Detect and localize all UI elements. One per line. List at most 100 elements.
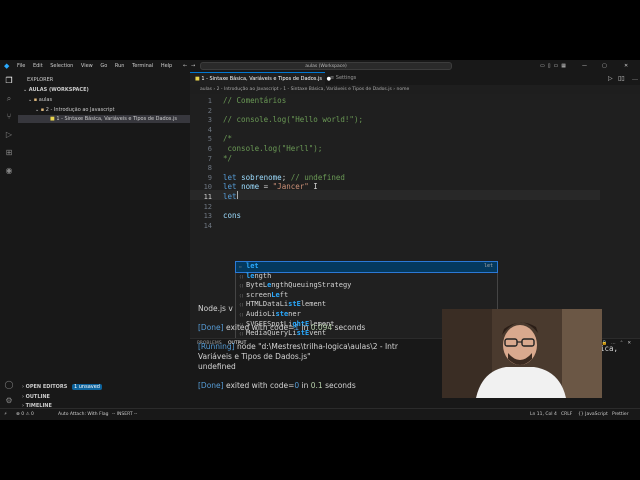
menu-go[interactable]: Go [100, 63, 107, 69]
line-number: 11 [203, 193, 212, 201]
folder-aulas[interactable]: ⌄ ▪ aulas [28, 96, 52, 104]
code-token: cons [223, 211, 242, 221]
output-line-tail: ica, [600, 344, 619, 353]
minimize-icon[interactable]: — [582, 60, 587, 72]
code-token: let [223, 172, 242, 182]
forward-arrow-icon[interactable]: → [191, 60, 195, 72]
maximize-icon[interactable]: ▢ [602, 60, 607, 72]
menu-help[interactable]: Help [161, 63, 172, 69]
output-line: Node.js v [198, 304, 233, 313]
line-number: 2 [207, 106, 212, 115]
suggestion-item[interactable]: ⟨⟩ length [236, 272, 497, 282]
symbol-kind-icon: ⟨⟩ [239, 273, 244, 279]
output-line: [Running] node "d:\Mestres\trilha-logica… [198, 342, 398, 352]
output-line: [Done] exited with code=0 in 0.1 seconds [198, 380, 356, 390]
code-token: console.log("Herll"); [223, 144, 323, 153]
line-ending-status[interactable]: CRLF [561, 409, 572, 420]
remote-icon[interactable]: ◉ [4, 166, 14, 176]
problems-status[interactable]: ⊗ 0 ⚠ 0 [16, 409, 34, 420]
breadcrumb-folder[interactable]: 2 - Introdução ao Javascript [217, 87, 279, 92]
breadcrumb: aulas › 2 - Introdução ao Javascript › 1… [190, 85, 640, 94]
suggestion-label: length [246, 271, 272, 280]
workspace-header[interactable]: ⌄ AULAS (WORKSPACE) [23, 86, 89, 94]
layout-icons[interactable]: ▭▯▭▦ [540, 60, 569, 72]
cursor-position-status[interactable]: Ln 11, Col 4 [530, 409, 557, 420]
more-actions-icon[interactable]: … [632, 72, 638, 85]
code-line: let sobrenome; // undefined [223, 173, 345, 182]
folder-introducao[interactable]: ⌄ ▪ 2 - Introdução ao Javascript [35, 106, 115, 114]
output-line: undefined [198, 361, 236, 371]
line-number: 13 [203, 212, 212, 221]
line-number: 6 [207, 145, 212, 153]
back-arrow-icon[interactable]: ← [183, 60, 187, 72]
suggestion-label: let [246, 262, 259, 270]
menu-edit[interactable]: Edit [33, 63, 43, 69]
outline-section[interactable]: › OUTLINE [22, 393, 50, 401]
breadcrumb-symbol[interactable]: nome [396, 87, 409, 92]
title-bar: ◆ File Edit Selection View Go Run Termin… [0, 60, 640, 72]
run-debug-icon[interactable]: ▷ [4, 130, 14, 140]
command-center-search[interactable]: aulas (Workspace) [200, 62, 452, 70]
suggestion-item[interactable]: ▭ let let [235, 261, 498, 273]
output-line: Variáveis e Tipos de Dados.js" [198, 352, 311, 361]
symbol-kind-icon: ⟨⟩ [239, 312, 244, 317]
run-icon[interactable]: ▷ [608, 72, 613, 85]
file-label: 1 - Sintaxe Básica, Variáveis e Tipos de… [56, 116, 177, 122]
menu-terminal[interactable]: Terminal [132, 63, 153, 69]
suggestion-item[interactable]: ⟨⟩ screenLeft [236, 291, 497, 301]
code-token: // Comentários [223, 96, 287, 105]
symbol-kind-icon: ▭ [239, 264, 242, 269]
tab-active-file[interactable]: ■ 1 - Sintaxe Básica, Variáveis e Tipos … [190, 72, 331, 85]
code-line: cons [223, 211, 241, 220]
split-editor-icon[interactable]: ▯▯ [618, 72, 625, 85]
folder-label: aulas [38, 97, 53, 103]
breadcrumb-aulas[interactable]: aulas [200, 87, 212, 92]
line-number: 14 [203, 221, 212, 230]
status-bar: ⚡ ⊗ 0 ⚠ 0 Auto Attach: With Flag -- INSE… [0, 408, 640, 420]
extensions-icon[interactable]: ⊞ [4, 148, 14, 158]
menu-run[interactable]: Run [115, 63, 125, 69]
code-token: let [223, 192, 237, 201]
suggestion-label: HTMLDataListElement [246, 300, 327, 309]
explorer-icon[interactable]: ❐ [4, 76, 14, 86]
breadcrumb-file[interactable]: 1 - Sintaxe Básica, Variáveis e Tipos de… [283, 87, 392, 92]
gear-icon[interactable]: ⚙ [4, 396, 14, 406]
symbol-kind-icon: ⟨⟩ [239, 292, 244, 298]
line-number: 4 [207, 125, 212, 134]
file-item-active[interactable]: ■ 1 - Sintaxe Básica, Variáveis e Tipos … [18, 115, 190, 123]
activity-bar: ❐ ⌕ ⑂ ▷ ⊞ ◉ ◯ ⚙ [0, 72, 18, 408]
prettier-status[interactable]: Prettier [612, 409, 629, 420]
unsaved-badge: 1 unsaved [71, 384, 102, 390]
line-number: 3 [207, 116, 212, 125]
suggestion-item[interactable]: ⟨⟩ ByteLengthQueuingStrategy [236, 281, 497, 291]
line-number: 10 [203, 183, 212, 192]
account-icon[interactable]: ◯ [4, 380, 14, 390]
code-line: // Comentários [223, 96, 286, 105]
search-icon[interactable]: ⌕ [4, 94, 14, 104]
code-line: console.log("Herll"); [223, 144, 323, 153]
explorer-sidebar: EXPLORER ⌄ AULAS (WORKSPACE) ⌄ ▪ aulas ⌄… [18, 72, 190, 409]
line-number: 8 [207, 164, 212, 173]
code-token: let [223, 182, 242, 192]
open-editors-label: OPEN EDITORS [25, 384, 68, 390]
line-number: 7 [207, 154, 212, 163]
language-mode-status[interactable]: {} JavaScript [578, 409, 608, 420]
auto-attach-status[interactable]: Auto Attach: With Flag [58, 409, 109, 420]
code-line: let [223, 192, 237, 201]
code-token: "Jancer" [272, 182, 309, 192]
code-token: sobrenome [241, 172, 282, 182]
output-line: [Done] exited with code=1 in 0.094 secon… [198, 323, 366, 333]
close-icon[interactable]: ✕ [624, 60, 628, 72]
tab-settings[interactable]: ≡ Settings [325, 72, 395, 85]
source-control-icon[interactable]: ⑂ [4, 112, 14, 122]
code-token: // undefined [290, 172, 345, 182]
menu-file[interactable]: File [17, 63, 25, 69]
suggestion-label: ByteLengthQueuingStrategy [246, 281, 352, 290]
code-line: // console.log("Hello world!"); [223, 115, 363, 124]
code-line: */ [223, 154, 232, 163]
remote-status-icon[interactable]: ⚡ [4, 409, 7, 420]
line-number: 12 [203, 202, 212, 211]
open-editors-section[interactable]: › OPEN EDITORS 1 unsaved [22, 383, 102, 391]
menu-selection[interactable]: Selection [50, 63, 73, 69]
menu-view[interactable]: View [81, 63, 93, 69]
